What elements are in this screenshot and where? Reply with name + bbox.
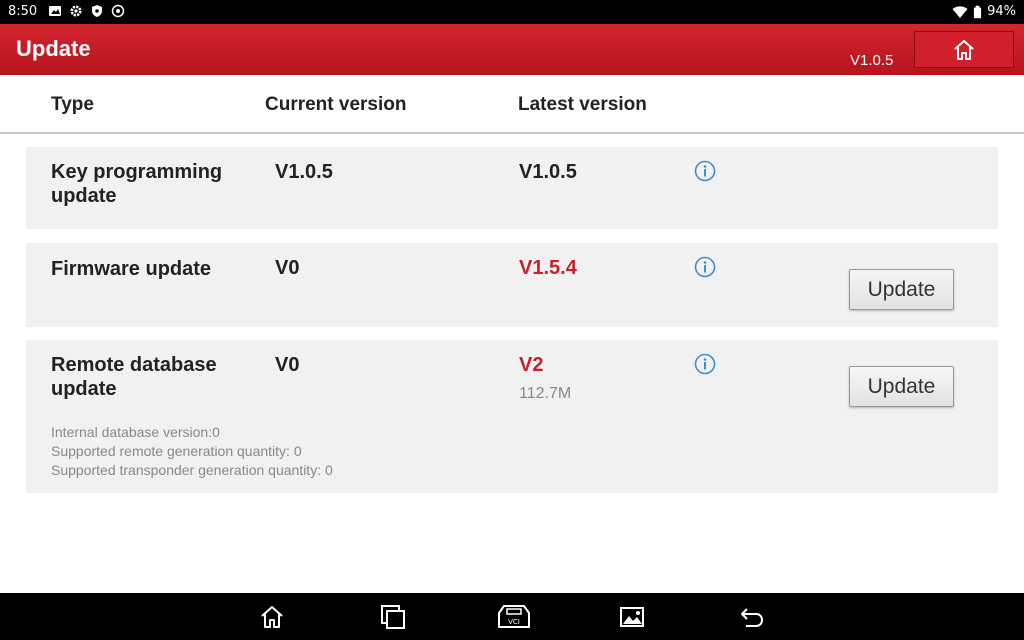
detail-line: Supported remote generation quantity: 0: [51, 443, 302, 459]
vci-icon[interactable]: VCI: [496, 603, 532, 631]
battery-icon: [973, 5, 982, 18]
svg-text:VCI: VCI: [508, 618, 520, 626]
row-current-version: V0: [275, 257, 300, 279]
home-icon: [954, 39, 974, 60]
navigation-bar: VCI: [0, 593, 1024, 640]
shield-icon: [92, 5, 102, 17]
update-row-firmware: Firmware update V0 V1.5.4 Update: [26, 243, 998, 327]
battery-level: 94%: [987, 4, 1016, 19]
app-version: V1.0.5: [850, 52, 894, 69]
database-details: Internal database version:0 Supported re…: [51, 423, 333, 480]
row-current-version: V0: [275, 354, 300, 376]
status-bar: 8:50 94%: [0, 0, 1024, 24]
wifi-icon: [952, 5, 968, 18]
row-download-size: 112.7M: [519, 385, 572, 402]
row-latest-version: V1.0.5: [519, 161, 577, 183]
detail-line: Supported transponder generation quantit…: [51, 462, 333, 478]
column-latest-version: Latest version: [518, 94, 647, 115]
info-icon[interactable]: [694, 256, 716, 278]
update-row-remote-database: Remote database update V0 V2 112.7M Upda…: [26, 340, 998, 493]
update-row-key-programming: Key programming update V1.0.5 V1.0.5: [26, 147, 998, 229]
info-icon[interactable]: [694, 353, 716, 375]
page-title: Update: [16, 36, 91, 61]
info-icon[interactable]: [694, 160, 716, 182]
back-icon[interactable]: [738, 603, 766, 631]
gallery-icon: [49, 6, 61, 16]
remote-database-update-button[interactable]: Update: [849, 366, 954, 407]
row-type: Remote database update: [51, 354, 217, 400]
row-type: Key programming update: [51, 161, 223, 207]
row-current-version: V1.0.5: [275, 161, 333, 183]
home-icon[interactable]: [258, 603, 286, 631]
screenshot-icon[interactable]: [618, 603, 646, 631]
home-button[interactable]: [914, 31, 1014, 68]
column-header: Type Current version Latest version: [0, 75, 1024, 134]
row-latest-version: V2: [519, 354, 544, 376]
column-type: Type: [51, 94, 94, 115]
gear-icon: [70, 5, 82, 17]
firmware-update-button[interactable]: Update: [849, 269, 954, 310]
recent-apps-icon[interactable]: [379, 603, 407, 631]
detail-line: Internal database version:0: [51, 424, 220, 440]
row-latest-version: V1.5.4: [519, 257, 577, 279]
row-type: Firmware update: [51, 258, 212, 280]
app-header: Update V1.0.5: [0, 24, 1024, 75]
vpn-icon: [111, 4, 125, 18]
status-time: 8:50: [8, 4, 38, 19]
column-current-version: Current version: [265, 94, 407, 115]
